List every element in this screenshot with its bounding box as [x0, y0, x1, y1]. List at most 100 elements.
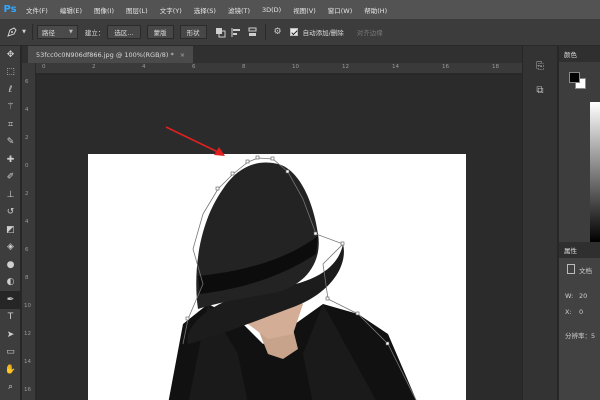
ruler-tick: 14: [24, 359, 31, 365]
menu-edit[interactable]: 编辑(E): [54, 5, 88, 15]
lasso-icon[interactable]: ℓ: [0, 81, 21, 99]
ruler-tick: 2: [25, 135, 29, 141]
shape-button[interactable]: 形状: [179, 25, 207, 39]
ruler-tick: 12: [24, 331, 31, 337]
ruler-tick: 18: [492, 64, 499, 70]
close-icon[interactable]: ×: [180, 51, 185, 59]
ruler-tick: 14: [392, 64, 399, 70]
clone-stamp-icon[interactable]: ⊥: [0, 186, 21, 204]
pen-tool-preset-icon[interactable]: [4, 24, 20, 40]
menu-view[interactable]: 视图(V): [287, 5, 322, 15]
annotation-arrow: [165, 126, 225, 156]
type-icon[interactable]: T: [0, 309, 21, 327]
blur-icon[interactable]: ●: [0, 256, 21, 274]
tools-panel: ✥ ⬚ ℓ ⚚ ⌗ ✎ ✚ ✐ ⊥ ↺ ◩ ◈ ● ◐ ✒ T ➤ ▭ ✋ ⌕: [0, 46, 21, 400]
menu-type[interactable]: 文字(Y): [154, 5, 188, 15]
app-logo: Ps: [3, 4, 17, 15]
ruler-tick: 8: [242, 64, 246, 70]
chevron-down-icon[interactable]: ▼: [20, 24, 28, 40]
ruler-tick: 6: [192, 64, 196, 70]
x-label: X:: [565, 308, 572, 316]
menu-window[interactable]: 窗口(W): [322, 5, 359, 15]
menu-bar: Ps 文件(F) 编辑(E) 图像(I) 图层(L) 文字(Y) 选择(S) 滤…: [0, 0, 600, 19]
hand-icon[interactable]: ✋: [0, 361, 21, 379]
chevron-down-icon: ▼: [69, 29, 73, 35]
build-label: 建立：: [84, 29, 105, 37]
dodge-icon[interactable]: ◐: [0, 274, 21, 292]
tab-properties[interactable]: 属性: [559, 242, 600, 258]
man-in-hat-photo: [168, 155, 417, 400]
ruler-tick: 12: [342, 64, 349, 70]
rectangle-icon[interactable]: ▭: [0, 344, 21, 362]
path-selection-icon[interactable]: ➤: [0, 326, 21, 344]
marquee-icon[interactable]: ⬚: [0, 64, 21, 82]
mask-button[interactable]: 蒙版: [146, 25, 174, 39]
history-panel-icon[interactable]: ⎘: [523, 54, 557, 78]
color-panel: [559, 62, 600, 242]
ruler-tick: 4: [25, 219, 29, 225]
brush-icon[interactable]: ✐: [0, 169, 21, 187]
healing-brush-icon[interactable]: ✚: [0, 151, 21, 169]
magic-wand-icon[interactable]: ⚚: [0, 99, 21, 117]
menu-file[interactable]: 文件(F): [20, 5, 54, 15]
properties-panel: 文档 W: 20 X: 0 分辨率：5: [559, 258, 600, 400]
color-gradient-slider[interactable]: [590, 102, 600, 242]
menu-3d[interactable]: 3D(D): [256, 6, 287, 14]
menu-image[interactable]: 图像(I): [88, 5, 120, 15]
document-image[interactable]: [88, 154, 466, 400]
ruler-tick: 10: [292, 64, 299, 70]
ruler-vertical: 6 4 2 0 2 4 6 8 10 12 14 16: [22, 63, 36, 400]
ruler-tick: 4: [25, 107, 29, 113]
move-icon[interactable]: ✥: [0, 46, 21, 64]
ruler-tick: 0: [25, 163, 29, 169]
paint-bucket-icon[interactable]: ◈: [0, 239, 21, 257]
mode-select-value: 路径: [42, 29, 55, 37]
doc-label: 文档: [579, 267, 592, 275]
auto-add-delete-label: 自动添加/删除: [302, 29, 344, 37]
ruler-tick: 6: [25, 247, 29, 253]
gear-icon[interactable]: ⚙: [270, 24, 286, 40]
resolution-label: 分辨率：5: [565, 332, 596, 340]
photoshop-window: Ps 文件(F) 编辑(E) 图像(I) 图层(L) 文字(Y) 选择(S) 滤…: [0, 0, 600, 400]
ruler-tick: 4: [142, 64, 146, 70]
document-tab-title: 53fcc0c0N906df866.jpg @ 100%(RGB/8) *: [36, 50, 174, 59]
menu-layer[interactable]: 图层(L): [120, 5, 154, 15]
document-icon: [567, 264, 575, 274]
ruler-tick: 2: [25, 191, 29, 197]
selection-button[interactable]: 选区...: [107, 25, 141, 39]
history-brush-icon[interactable]: ↺: [0, 204, 21, 222]
zoom-icon[interactable]: ⌕: [0, 379, 21, 397]
document-tab[interactable]: 53fcc0c0N906df866.jpg @ 100%(RGB/8) * ×: [28, 46, 194, 63]
x-value[interactable]: 0: [579, 308, 583, 316]
align-edges-label: 对齐边缘: [356, 29, 383, 37]
menu-filter[interactable]: 滤镜(T): [222, 5, 256, 15]
path-alignment-icon[interactable]: [229, 24, 245, 40]
path-operations-icon[interactable]: [213, 24, 229, 40]
ruler-horizontal: 0 2 4 6 8 10 12 14 16 18: [36, 63, 522, 74]
divider: [264, 24, 266, 40]
tab-color[interactable]: 颜色: [559, 46, 600, 62]
options-bar: ▼ 路径 ▼ 建立： 选区... 蒙版 形状 ⚙ 自动添加/删除 对齐边缘: [0, 19, 600, 46]
width-label: W:: [565, 292, 574, 300]
ruler-tick: 10: [24, 303, 31, 309]
width-value[interactable]: 20: [579, 292, 587, 300]
mode-select[interactable]: 路径 ▼: [37, 25, 78, 39]
ruler-tick: 16: [24, 387, 31, 393]
crop-icon[interactable]: ⌗: [0, 116, 21, 134]
eraser-icon[interactable]: ◩: [0, 221, 21, 239]
menu-help[interactable]: 帮助(H): [358, 5, 393, 15]
auto-add-delete-checkbox[interactable]: [289, 28, 298, 36]
actions-panel-icon[interactable]: ⧉: [523, 78, 557, 102]
divider: [32, 24, 33, 40]
canvas-area[interactable]: [37, 75, 522, 400]
ruler-tick: 16: [442, 64, 449, 70]
pen-icon[interactable]: ✒: [0, 291, 21, 309]
ruler-tick: 6: [25, 79, 29, 85]
ruler-tick: 8: [25, 275, 29, 281]
ruler-tick: 2: [92, 64, 96, 70]
path-arrangement-icon[interactable]: [245, 24, 261, 40]
panel-icon-strip: ⎘ ⧉: [522, 46, 558, 400]
menu-select[interactable]: 选择(S): [188, 5, 222, 15]
foreground-color-swatch[interactable]: [569, 72, 580, 83]
eyedropper-icon[interactable]: ✎: [0, 134, 21, 152]
